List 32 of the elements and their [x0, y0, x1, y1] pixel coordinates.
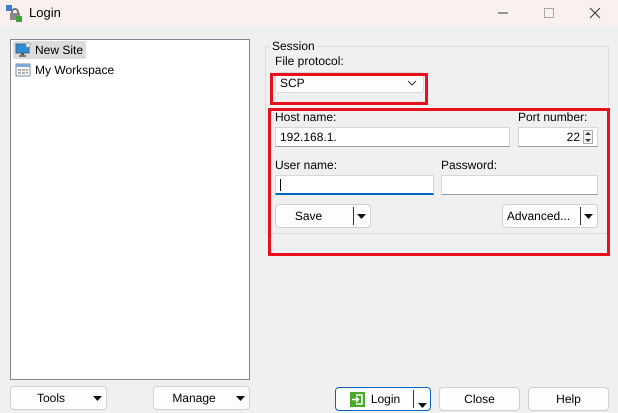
caret-icon [584, 214, 594, 218]
monitor-icon [15, 42, 31, 58]
field-label: Port number: [518, 110, 588, 124]
app-icon [5, 4, 23, 22]
enter-icon [350, 392, 365, 406]
dialog-button[interactable]: Help [528, 387, 609, 411]
password-field[interactable] [441, 175, 598, 195]
number-field[interactable]: 22 [518, 127, 598, 147]
field-label: Host name: [275, 110, 336, 124]
save-button[interactable]: Save [275, 204, 371, 228]
caret-icon [93, 396, 102, 400]
chevron-icon [407, 80, 417, 86]
tree-item[interactable]: My Workspace [13, 61, 118, 79]
menu-button[interactable]: Tools [10, 386, 107, 410]
field-label: Password: [441, 158, 498, 172]
group-title: Session [270, 39, 317, 53]
input-field[interactable]: 192.168.1. [275, 127, 510, 147]
caret-icon [236, 396, 245, 400]
spinner-icon[interactable] [583, 130, 593, 144]
menu-button[interactable]: Manage [153, 386, 250, 410]
login-button[interactable]: Login [335, 387, 431, 411]
caret-icon [418, 403, 427, 408]
field-label: User name: [275, 158, 338, 172]
text-caret [280, 178, 281, 190]
input-field[interactable] [275, 175, 434, 195]
window-title: Login [29, 5, 61, 20]
field-label: File protocol: [275, 54, 344, 68]
grid-icon [15, 62, 31, 78]
caret-icon [357, 214, 366, 218]
tree-item[interactable]: New Site [13, 41, 86, 59]
advanced-button[interactable]: Advanced... [502, 204, 598, 228]
dialog-button[interactable]: Close [439, 387, 520, 411]
